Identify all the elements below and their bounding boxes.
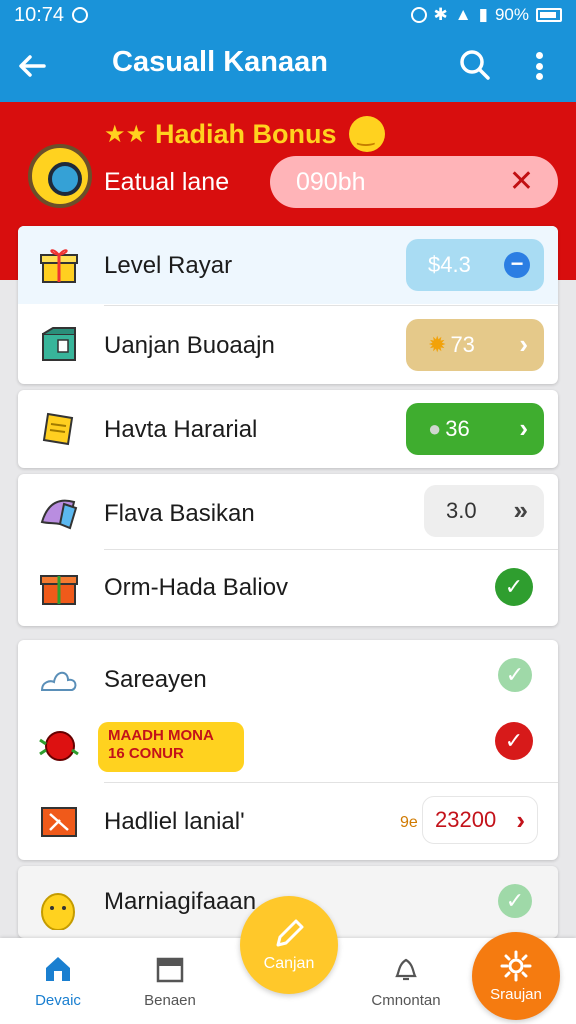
compose-fab[interactable]: Canjan	[240, 896, 338, 994]
list-item[interactable]: MAADH MONA 16 CONUR ✓	[18, 706, 558, 784]
stars-icon: ★★	[104, 120, 148, 148]
mascot-icon	[28, 144, 92, 208]
reward-card: Level Rayar $4.3 − Uanjan Buoaajn ✹ 73 ›	[18, 226, 558, 384]
value-pill[interactable]: 23200 ›	[422, 796, 538, 844]
more-options-icon[interactable]	[524, 48, 554, 84]
list-item[interactable]: Orm-Hada Baliov ✓	[18, 548, 558, 626]
battery-text: 90%	[494, 5, 529, 24]
reward-card: Sareayen ✓ MAADH MONA 16 CONUR ✓ Hadliel…	[18, 640, 558, 860]
status-bar: 10:74 ✱ ▲ ▮ 90%	[0, 0, 576, 30]
value-pill[interactable]: $4.3 −	[406, 239, 544, 291]
nav-calendar[interactable]: Benaen	[120, 938, 220, 1024]
list-item[interactable]: Flava Basikan 3.0 »	[18, 474, 558, 552]
back-arrow-icon[interactable]	[14, 48, 50, 84]
chevron-right-icon: »	[513, 495, 528, 525]
signal-icon: ▮	[478, 5, 488, 24]
pencil-icon	[276, 919, 304, 947]
value-prefix: 9e	[400, 814, 418, 831]
search-icon[interactable]	[458, 48, 492, 82]
value-pill[interactable]: ● 36 ›	[406, 403, 544, 455]
reward-card: Havta Hararial ● 36 ›	[18, 390, 558, 468]
minus-icon[interactable]: −	[504, 252, 530, 278]
value-text: 3.0	[446, 498, 477, 523]
app-title: Casuall Kanaan	[112, 46, 328, 78]
list-item[interactable]: Hadliel lanial' 9e 23200 ›	[18, 782, 558, 860]
value-text: $4.3	[428, 252, 471, 277]
chevron-right-icon: ›	[516, 805, 525, 835]
status-time: 10:74	[14, 3, 65, 26]
list-item[interactable]: Uanjan Buoaajn ✹ 73 ›	[18, 306, 558, 384]
battery-icon	[536, 8, 562, 22]
value-text: 23200	[435, 807, 497, 832]
gift-box-icon	[38, 244, 80, 286]
chevron-right-icon: ›	[519, 329, 528, 359]
check-icon[interactable]: ✓	[498, 884, 532, 918]
cloud-icon	[38, 658, 80, 700]
list-item[interactable]: Havta Hararial ● 36 ›	[18, 390, 558, 468]
ribbon-icon	[38, 492, 80, 534]
list-item-label: Sareayen	[104, 666, 207, 693]
fab-label: Canjan	[263, 955, 315, 972]
code-value: 090bh	[296, 168, 366, 196]
list-item-label: Hadliel lanial'	[104, 808, 245, 835]
bell-icon	[395, 958, 417, 981]
app-bar: Casuall Kanaan	[0, 30, 576, 102]
notification-icon	[72, 7, 89, 23]
reward-card: Flava Basikan 3.0 » Orm-Hada Baliov ✓	[18, 474, 558, 626]
package-icon	[38, 324, 80, 366]
list-item[interactable]: Level Rayar $4.3 −	[18, 226, 558, 304]
home-icon	[46, 957, 70, 981]
calendar-icon	[156, 957, 184, 983]
promo-tag: MAADH MONA 16 CONUR	[98, 722, 244, 772]
settings-fab[interactable]: Sraujan	[472, 932, 560, 1020]
nav-home[interactable]: Devaic	[8, 938, 108, 1024]
wifi-icon: ▲	[454, 5, 472, 24]
ticket-icon	[38, 408, 80, 450]
list-item-label: Flava Basikan	[104, 500, 255, 527]
present-icon	[38, 566, 80, 608]
nav-label: Cmnontan	[371, 992, 441, 1009]
bonus-title-text: Hadiah Bonus	[155, 118, 337, 149]
envelope-icon	[38, 800, 80, 842]
value-pill[interactable]: ✹ 73 ›	[406, 319, 544, 371]
bonus-title: ★★ Hadiah Bonus	[104, 116, 385, 152]
list-item-label: Havta Hararial	[104, 416, 258, 443]
smiley-icon	[348, 116, 385, 152]
bluetooth-icon: ✱	[433, 5, 448, 24]
list-item-label: Orm-Hada Baliov	[104, 574, 289, 601]
list-item-label: Level Rayar	[104, 252, 233, 279]
check-icon[interactable]: ✓	[498, 658, 532, 692]
chevron-right-icon: ›	[519, 413, 528, 443]
check-red-icon[interactable]: ✓	[495, 722, 533, 760]
gear-icon	[500, 950, 532, 981]
close-icon[interactable]: ✕	[509, 164, 534, 199]
code-input[interactable]: 090bh ✕	[270, 156, 558, 208]
coin-icon: ●	[428, 416, 442, 441]
chick-icon	[38, 888, 80, 931]
alarm-icon	[410, 7, 427, 23]
apple-icon	[38, 724, 80, 766]
list-item-label: Uanjan Buoaajn	[104, 332, 275, 359]
value-text: 73	[450, 332, 475, 357]
check-icon[interactable]: ✓	[495, 568, 533, 606]
nav-notifications[interactable]: Cmnontan	[356, 938, 456, 1024]
list-item-label: Marniagifaaan	[104, 888, 257, 915]
value-text: 36	[445, 416, 470, 441]
nav-label: Devaic	[35, 992, 81, 1009]
value-pill[interactable]: 3.0 »	[424, 485, 544, 537]
nav-label: Benaen	[144, 992, 196, 1009]
sun-icon: ✹	[428, 332, 447, 357]
banner-subtitle: Eatual lane	[104, 168, 230, 196]
fab-label: Sraujan	[490, 985, 542, 1003]
